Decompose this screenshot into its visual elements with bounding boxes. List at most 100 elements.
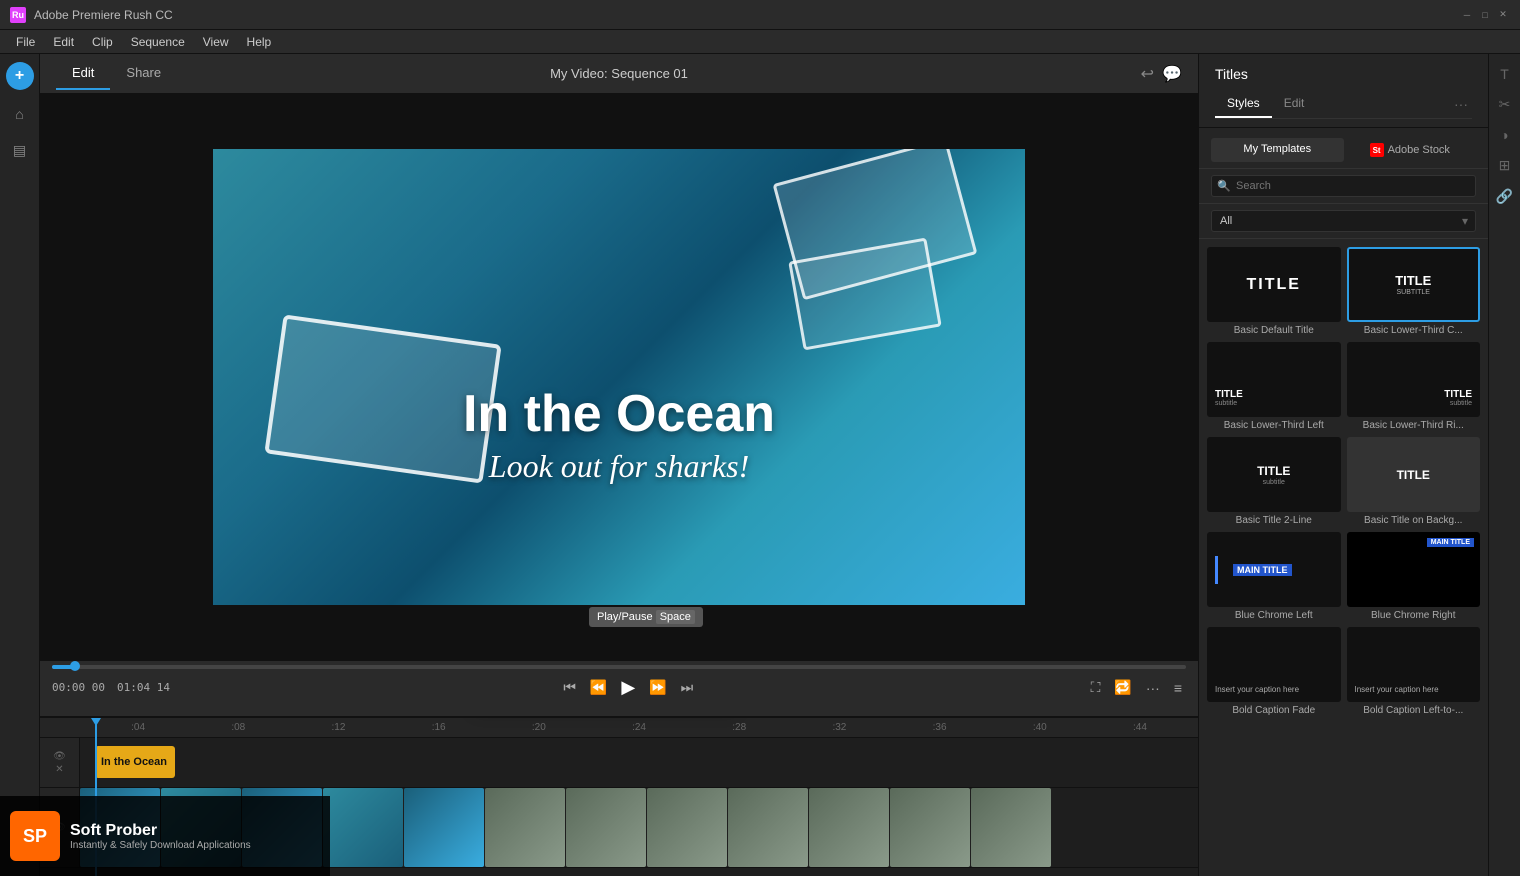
video-thumb-10: [809, 788, 889, 867]
template-item-bluechrome-left[interactable]: MAIN TITLE Blue Chrome Left: [1207, 532, 1341, 621]
grid-tool-icon[interactable]: ⊞: [1495, 153, 1515, 178]
template-item-lower3-left[interactable]: TITLE subtitle Basic Lower-Third Left: [1207, 342, 1341, 431]
template-label-basic-lower3c: Basic Lower-Third C...: [1347, 325, 1481, 336]
play-button[interactable]: ▶: [617, 675, 639, 700]
template-item-bluechrome-right[interactable]: MAIN TITLE Blue Chrome Right: [1347, 532, 1481, 621]
add-button[interactable]: +: [6, 62, 34, 90]
progress-handle[interactable]: [70, 661, 80, 671]
template-item-basic-lower3c[interactable]: TITLE SUBTITLE Basic Lower-Third C...: [1347, 247, 1481, 336]
template-label-bold-caption-fade: Bold Caption Fade: [1207, 705, 1341, 716]
titlebar: Ru Adobe Premiere Rush CC ─ □ ✕: [0, 0, 1520, 30]
panel-tab-more[interactable]: ···: [1450, 90, 1472, 118]
menu-view[interactable]: View: [195, 33, 237, 51]
menubar: File Edit Clip Sequence View Help: [0, 30, 1520, 54]
template-item-lower3-right[interactable]: TITLE subtitle Basic Lower-Third Ri...: [1347, 342, 1481, 431]
sidebar-home-button[interactable]: ⌂: [4, 98, 36, 130]
template-item-title2line[interactable]: TITLE subtitle Basic Title 2-Line: [1207, 437, 1341, 526]
tab-share[interactable]: Share: [110, 57, 177, 90]
video-thumb-9: [728, 788, 808, 867]
timeline-ruler: :04 :08 :12 :16 :20 :24 :28 :32 :36 :40 …: [40, 718, 1198, 738]
controls-row: 00:00 00 01:04 14 ⏮ ⏪ ▶ ⏩ ⏭ ⛶ 🔁 ··· ≡: [52, 675, 1186, 700]
close-button[interactable]: ✕: [1496, 8, 1510, 22]
undo-button[interactable]: ↩: [1141, 64, 1154, 84]
preview-area: In the Ocean Look out for sharks! Play/P…: [40, 94, 1198, 660]
title-track-content[interactable]: In the Ocean: [80, 738, 1198, 787]
source-adobe-stock[interactable]: St Adobe Stock: [1344, 138, 1477, 162]
top-nav: Edit Share My Video: Sequence 01 ↩ 💬: [40, 54, 1198, 94]
video-title-sub: Look out for sharks!: [213, 448, 1025, 485]
source-my-templates[interactable]: My Templates: [1211, 138, 1344, 162]
settings-button[interactable]: ≡: [1170, 678, 1186, 698]
video-thumb-4: [323, 788, 403, 867]
color-tool-icon[interactable]: ◑: [1496, 123, 1512, 147]
video-thumb-6: [485, 788, 565, 867]
app-icon: Ru: [10, 7, 26, 23]
step-back-button[interactable]: ⏪: [586, 677, 611, 698]
watermark-tagline: Instantly & Safely Download Applications: [70, 840, 251, 851]
search-input[interactable]: [1211, 175, 1476, 197]
search-icon: 🔍: [1217, 180, 1231, 193]
menu-sequence[interactable]: Sequence: [123, 33, 193, 51]
template-thumb-basic-default: TITLE: [1207, 247, 1341, 322]
menu-help[interactable]: Help: [239, 33, 280, 51]
category-filter: All ▾: [1199, 204, 1488, 239]
project-title: My Video: Sequence 01: [550, 66, 688, 81]
template-item-bold-caption-leftto[interactable]: Insert your caption here Bold Caption Le…: [1347, 627, 1481, 716]
comment-button[interactable]: 💬: [1162, 64, 1182, 84]
go-end-button[interactable]: ⏭: [677, 677, 698, 698]
left-sidebar: + ⌂ ▤: [0, 54, 40, 876]
right-panel: Titles Styles Edit ··· My Templates St A…: [1198, 54, 1488, 876]
template-item-basic-default[interactable]: TITLE Basic Default Title: [1207, 247, 1341, 336]
right-panel-header: Titles Styles Edit ···: [1199, 54, 1488, 128]
video-frame: In the Ocean Look out for sharks!: [213, 149, 1025, 605]
template-thumb-lower3-right: TITLE subtitle: [1347, 342, 1481, 417]
track-delete-button[interactable]: ✕: [55, 764, 63, 775]
title-clip[interactable]: In the Ocean: [95, 746, 175, 778]
cut-tool-icon[interactable]: ✂: [1495, 92, 1515, 117]
template-thumb-bold-caption-fade: Insert your caption here: [1207, 627, 1341, 702]
top-actions: ↩ 💬: [1141, 64, 1182, 84]
track-visible-button[interactable]: 👁: [53, 751, 66, 762]
template-label-lower3-right: Basic Lower-Third Ri...: [1347, 420, 1481, 431]
text-tool-icon[interactable]: T: [1496, 62, 1513, 86]
center-content: Edit Share My Video: Sequence 01 ↩ 💬 In …: [40, 54, 1198, 876]
panel-tab-styles[interactable]: Styles: [1215, 90, 1272, 118]
link-tool-icon[interactable]: 🔗: [1492, 184, 1517, 209]
loop-button[interactable]: 🔁: [1110, 677, 1135, 698]
template-thumb-bluechrome-right: MAIN TITLE: [1347, 532, 1481, 607]
category-select[interactable]: All: [1211, 210, 1476, 232]
template-thumb-title2line: TITLE subtitle: [1207, 437, 1341, 512]
menu-edit[interactable]: Edit: [45, 33, 82, 51]
watermark-logo: SP: [10, 811, 60, 861]
menu-clip[interactable]: Clip: [84, 33, 121, 51]
watermark-text: Soft Prober Instantly & Safely Download …: [70, 822, 251, 851]
template-thumb-bluechrome-left: MAIN TITLE: [1207, 532, 1341, 607]
video-thumb-5: [404, 788, 484, 867]
timeline-ruler-marks: :04 :08 :12 :16 :20 :24 :28 :32 :36 :40 …: [88, 722, 1190, 733]
main-layout: + ⌂ ▤ Edit Share My Video: Sequence 01 ↩…: [0, 54, 1520, 876]
sidebar-library-button[interactable]: ▤: [4, 134, 36, 166]
tab-edit[interactable]: Edit: [56, 57, 110, 90]
right-side-icons: T ✂ ◑ ⊞ 🔗: [1488, 54, 1520, 876]
template-search: 🔍: [1199, 169, 1488, 204]
video-thumb-7: [566, 788, 646, 867]
track-controls-title: 👁 ✕: [40, 738, 80, 787]
fullscreen-button[interactable]: ⛶: [1087, 677, 1105, 698]
more-button[interactable]: ···: [1142, 678, 1164, 698]
go-start-button[interactable]: ⏮: [559, 677, 580, 698]
template-grid: TITLE Basic Default Title TITLE SUBTITLE…: [1199, 239, 1488, 876]
template-item-bold-caption-fade[interactable]: Insert your caption here Bold Caption Fa…: [1207, 627, 1341, 716]
template-label-bluechrome-right: Blue Chrome Right: [1347, 610, 1481, 621]
minimize-button[interactable]: ─: [1460, 8, 1474, 22]
template-thumb-lower3-left: TITLE subtitle: [1207, 342, 1341, 417]
panel-tab-edit[interactable]: Edit: [1272, 90, 1317, 118]
step-forward-button[interactable]: ⏩: [645, 677, 670, 698]
template-item-titleonbg[interactable]: TITLE Basic Title on Backg...: [1347, 437, 1481, 526]
window-controls: ─ □ ✕: [1460, 8, 1510, 22]
template-thumb-basic-lower3c: TITLE SUBTITLE: [1347, 247, 1481, 322]
menu-file[interactable]: File: [8, 33, 43, 51]
progress-bar[interactable]: [52, 665, 1186, 669]
maximize-button[interactable]: □: [1478, 8, 1492, 22]
nav-tabs: Edit Share: [56, 57, 177, 90]
select-wrapper: All ▾: [1211, 210, 1476, 232]
